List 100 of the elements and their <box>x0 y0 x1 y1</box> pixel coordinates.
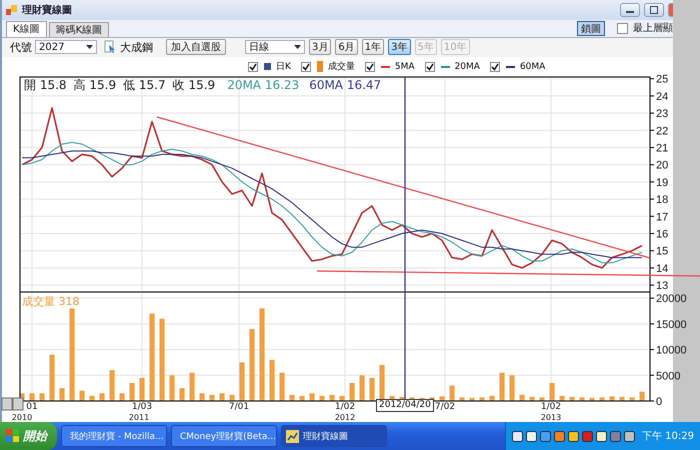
tab[interactable]: K線圖 <box>6 20 47 37</box>
start-button[interactable]: 開始 <box>0 422 57 450</box>
axis-tick-label: 24 <box>656 90 668 103</box>
volume-bar <box>190 372 194 401</box>
volume-bar <box>580 397 584 401</box>
legend-label: 日K <box>276 61 291 74</box>
volume-bar <box>350 383 354 401</box>
axis-tick-label: 14 <box>656 262 668 275</box>
scroll-button[interactable] <box>2 398 12 410</box>
tray-icon[interactable] <box>512 430 523 442</box>
volume-bar <box>220 393 224 401</box>
year-label: 2011 <box>128 413 150 422</box>
scroll-button[interactable] <box>12 398 24 410</box>
volume-bar <box>170 375 174 401</box>
volume-bar <box>200 393 204 401</box>
checkbox[interactable] <box>617 22 628 34</box>
volume-bar <box>630 397 634 401</box>
year-label: 2010 <box>12 413 32 422</box>
volume-bar <box>440 396 444 401</box>
volume-bar <box>130 383 134 401</box>
quote-text: 低 15.7 <box>123 78 166 92</box>
chart-icon <box>286 430 299 442</box>
quote-text: 開 15.8 <box>24 78 67 92</box>
axis-tick-label: 7/02 <box>434 402 456 412</box>
legend-label: 成交量 <box>328 60 355 74</box>
volume-bar <box>510 375 514 401</box>
range-button[interactable]: 6月 <box>335 39 358 56</box>
axis-tick-label: 5000 <box>656 370 680 382</box>
tray-icon[interactable] <box>526 430 537 442</box>
axis-tick-label: 20000 <box>656 293 687 306</box>
legend-label: 5MA <box>394 62 415 72</box>
axis-tick-label: 17 <box>656 211 668 224</box>
volume-title: 成交量 318 <box>22 295 80 308</box>
volume-bar <box>610 396 614 401</box>
tray-icon[interactable] <box>554 430 565 442</box>
document-icon[interactable] <box>103 40 117 54</box>
tab[interactable]: 籌碼K線圖 <box>48 22 110 37</box>
volume-bar <box>370 378 374 401</box>
volume-bar <box>470 398 474 401</box>
maximize-icon <box>649 6 659 14</box>
minimize-button[interactable] <box>620 2 640 17</box>
checkbox[interactable] <box>490 62 500 72</box>
volume-bar <box>620 396 624 401</box>
volume-bar <box>360 375 364 401</box>
checkbox[interactable] <box>424 62 435 72</box>
code-label: 代號 <box>10 40 32 55</box>
tray-icon[interactable] <box>624 430 635 442</box>
volume-bar <box>540 397 544 401</box>
year-label: 2012 <box>334 413 356 422</box>
axis-tick-label: 7/01 <box>228 402 250 412</box>
volume-bar <box>330 394 334 401</box>
code-dropdown[interactable]: 2027 <box>35 40 97 54</box>
volume-bar <box>320 396 324 401</box>
axis-tick-label: 10000 <box>656 344 687 357</box>
maximize-button[interactable] <box>644 2 664 17</box>
tray-icon[interactable] <box>596 430 607 442</box>
tray-icon[interactable] <box>568 430 579 442</box>
axis-tick-label: 18 <box>656 194 668 206</box>
volume-bar <box>90 396 94 401</box>
volume-bar <box>180 388 184 401</box>
checkbox-label: 最上層顯 <box>633 22 673 36</box>
stock-name: 大成鋼 <box>120 40 153 55</box>
volume-bar <box>100 393 104 401</box>
app-icon <box>6 4 18 16</box>
checkbox[interactable] <box>300 62 311 72</box>
range-button[interactable]: 3月 <box>309 39 332 56</box>
volume-bar <box>240 362 244 401</box>
range-button[interactable]: 3年 <box>388 39 410 56</box>
volume-bar <box>600 397 604 401</box>
quote-text: 高 15.9 <box>74 78 116 92</box>
volume-bar <box>210 394 214 401</box>
year-label: 2013 <box>540 413 562 422</box>
taskbar-button[interactable]: 理財寶線圖 <box>281 425 387 447</box>
lock-chart-button[interactable]: 鎖圖 <box>577 20 605 36</box>
volume-bar <box>50 354 54 401</box>
interval-dropdown[interactable]: 日線 <box>245 40 305 54</box>
axis-tick-label: 15000 <box>656 318 687 331</box>
volume-bar <box>290 394 294 401</box>
volume-bar <box>80 390 84 401</box>
checkbox[interactable] <box>248 62 258 72</box>
window-title: 理財寶線圖 <box>22 3 72 17</box>
axis-tick-label: 20 <box>656 160 668 172</box>
volume-bar <box>30 393 34 401</box>
add-watchlist-button[interactable]: 加入自選股 <box>166 39 226 56</box>
range-button[interactable]: 1年 <box>362 39 384 56</box>
volume-bar <box>300 396 304 401</box>
taskbar-button[interactable]: 我的理財寶 - Mozilla... <box>61 425 167 447</box>
volume-bar <box>140 378 144 401</box>
volume-bar <box>480 397 484 401</box>
tray-icon[interactable] <box>540 430 551 442</box>
date-label: 2012/04/20 <box>376 399 434 412</box>
axis-tick-label: 15 <box>656 246 668 258</box>
axis-tick-label: 25 <box>656 74 668 86</box>
axis-tick-label: 1/03 <box>132 402 152 412</box>
close-button[interactable] <box>668 2 673 17</box>
taskbar-button[interactable]: CMoney理財寶(Beta... <box>171 425 277 447</box>
checkbox[interactable] <box>364 62 375 72</box>
axis-tick-label: 22 <box>656 125 668 138</box>
volume-bar <box>520 394 524 401</box>
axis-tick-label: 21 <box>656 142 668 155</box>
